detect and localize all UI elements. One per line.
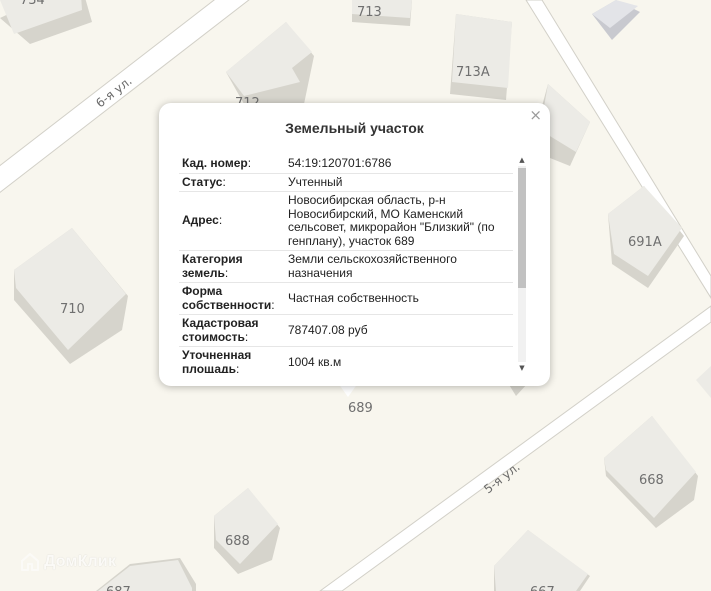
building-667[interactable] bbox=[494, 530, 590, 591]
info-value: 54:19:120701:6786 bbox=[283, 155, 513, 174]
info-value: Новосибирская область, р-н Новосибирский… bbox=[283, 191, 513, 251]
domclick-logo-icon bbox=[21, 553, 39, 571]
building-right-edge[interactable] bbox=[696, 366, 711, 398]
info-table: Кад. номер: 54:19:120701:6786 Статус: Уч… bbox=[179, 155, 513, 373]
building-label: 734 bbox=[20, 0, 45, 8]
popup-scrollbar[interactable]: ▲ ▼ bbox=[516, 155, 528, 373]
building-713a[interactable] bbox=[450, 14, 512, 100]
info-key: Уточненная площадь bbox=[182, 348, 252, 373]
domclick-watermark: ДомКлик bbox=[20, 552, 116, 572]
info-key: Категория земель bbox=[182, 252, 243, 280]
building-label: 691А bbox=[628, 235, 662, 250]
building-688[interactable] bbox=[214, 488, 280, 574]
info-value: Учтенный bbox=[283, 173, 513, 192]
info-key: Форма собственности bbox=[182, 284, 272, 312]
info-row-address: Адрес: Новосибирская область, р-н Новоси… bbox=[179, 191, 513, 251]
building-top-right[interactable] bbox=[592, 0, 640, 40]
info-key: Кад. номер bbox=[182, 156, 248, 170]
info-row-area: Уточненная площадь: 1004 кв.м bbox=[179, 346, 513, 373]
building-label: 713 bbox=[357, 5, 382, 20]
building-label: 687 bbox=[106, 585, 131, 591]
popup-body[interactable]: Кад. номер: 54:19:120701:6786 Статус: Уч… bbox=[179, 155, 513, 373]
info-row-category: Категория земель: Земли сельскохозяйстве… bbox=[179, 250, 513, 283]
info-value: Частная собственность bbox=[283, 282, 513, 315]
info-value: 1004 кв.м bbox=[283, 346, 513, 373]
info-row-cad-number: Кад. номер: 54:19:120701:6786 bbox=[179, 155, 513, 174]
watermark-text: ДомКлик bbox=[44, 553, 117, 570]
building-label: 688 bbox=[225, 534, 250, 549]
scrollbar-thumb[interactable] bbox=[518, 168, 526, 288]
info-row-status: Статус: Учтенный bbox=[179, 173, 513, 192]
building-label: 668 bbox=[639, 473, 664, 488]
building-712[interactable] bbox=[226, 22, 314, 104]
building-734[interactable] bbox=[0, 0, 92, 44]
popup-title: Земельный участок bbox=[285, 120, 424, 136]
building-label: 713А bbox=[456, 65, 490, 80]
info-value: 787407.08 руб bbox=[283, 314, 513, 347]
info-row-ownership: Форма собственности: Частная собственнос… bbox=[179, 282, 513, 315]
scroll-up-icon[interactable]: ▲ bbox=[516, 155, 528, 165]
info-value: Земли сельскохозяйственного назначения bbox=[283, 250, 513, 283]
building-710[interactable] bbox=[14, 228, 128, 364]
building-label: 710 bbox=[60, 302, 85, 317]
building-668[interactable] bbox=[604, 416, 698, 528]
info-key: Адрес bbox=[182, 213, 219, 228]
building-label: 667 bbox=[530, 585, 555, 591]
land-plot-popup: × Земельный участок Кад. номер: 54:19:12… bbox=[159, 103, 550, 386]
scroll-down-icon[interactable]: ▼ bbox=[516, 363, 528, 373]
info-row-cad-value: Кадастровая стоимость: 787407.08 руб bbox=[179, 314, 513, 347]
building-label: 689 bbox=[348, 401, 373, 416]
info-key: Статус bbox=[182, 174, 223, 189]
